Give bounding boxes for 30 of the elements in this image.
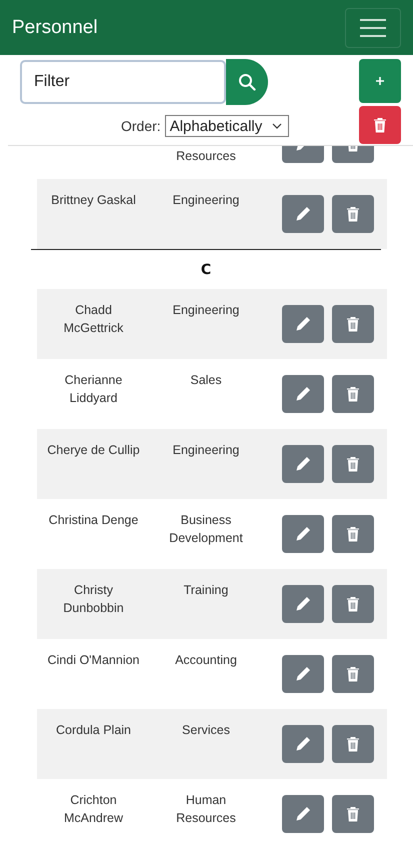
department-name: Resources bbox=[176, 149, 236, 163]
plus-icon bbox=[375, 76, 385, 86]
order-select[interactable]: Alphabetically bbox=[164, 115, 290, 137]
department-name: Engineering bbox=[172, 443, 240, 457]
person-name: Chadd McGettrick bbox=[64, 303, 124, 335]
section-heading: C bbox=[200, 262, 212, 278]
menu-icon bbox=[359, 16, 387, 38]
department-name: Services bbox=[182, 723, 230, 737]
department-name: Training bbox=[184, 583, 228, 597]
department-name: Human Resources bbox=[176, 793, 236, 825]
order-label: Order: bbox=[121, 118, 161, 134]
person-name: Christina Denge bbox=[48, 513, 138, 527]
department-name: Accounting bbox=[175, 653, 237, 667]
chevron-down-icon bbox=[272, 123, 282, 129]
person-name: Brittney Gaskal bbox=[51, 193, 136, 207]
department-name: Engineering bbox=[172, 303, 240, 317]
person-name: Christy Dunbobbin bbox=[63, 583, 124, 615]
filter-field[interactable]: Filter bbox=[20, 60, 226, 104]
department-name: Engineering bbox=[172, 193, 240, 207]
department-name: Sales bbox=[190, 373, 222, 387]
person-name: Cherianne Liddyard bbox=[64, 373, 122, 405]
search-icon bbox=[238, 73, 256, 91]
menu-button[interactable] bbox=[345, 8, 401, 48]
person-name: Crichton McAndrew bbox=[64, 793, 124, 825]
person-name: Cordula Plain bbox=[56, 723, 132, 737]
person-name: Cindi O'Mannion bbox=[47, 653, 140, 667]
department-name: Business Development bbox=[169, 513, 243, 545]
app-title: Personnel bbox=[12, 16, 98, 38]
person-name: Cherye de Cullip bbox=[47, 443, 140, 457]
search-button[interactable] bbox=[226, 59, 268, 105]
